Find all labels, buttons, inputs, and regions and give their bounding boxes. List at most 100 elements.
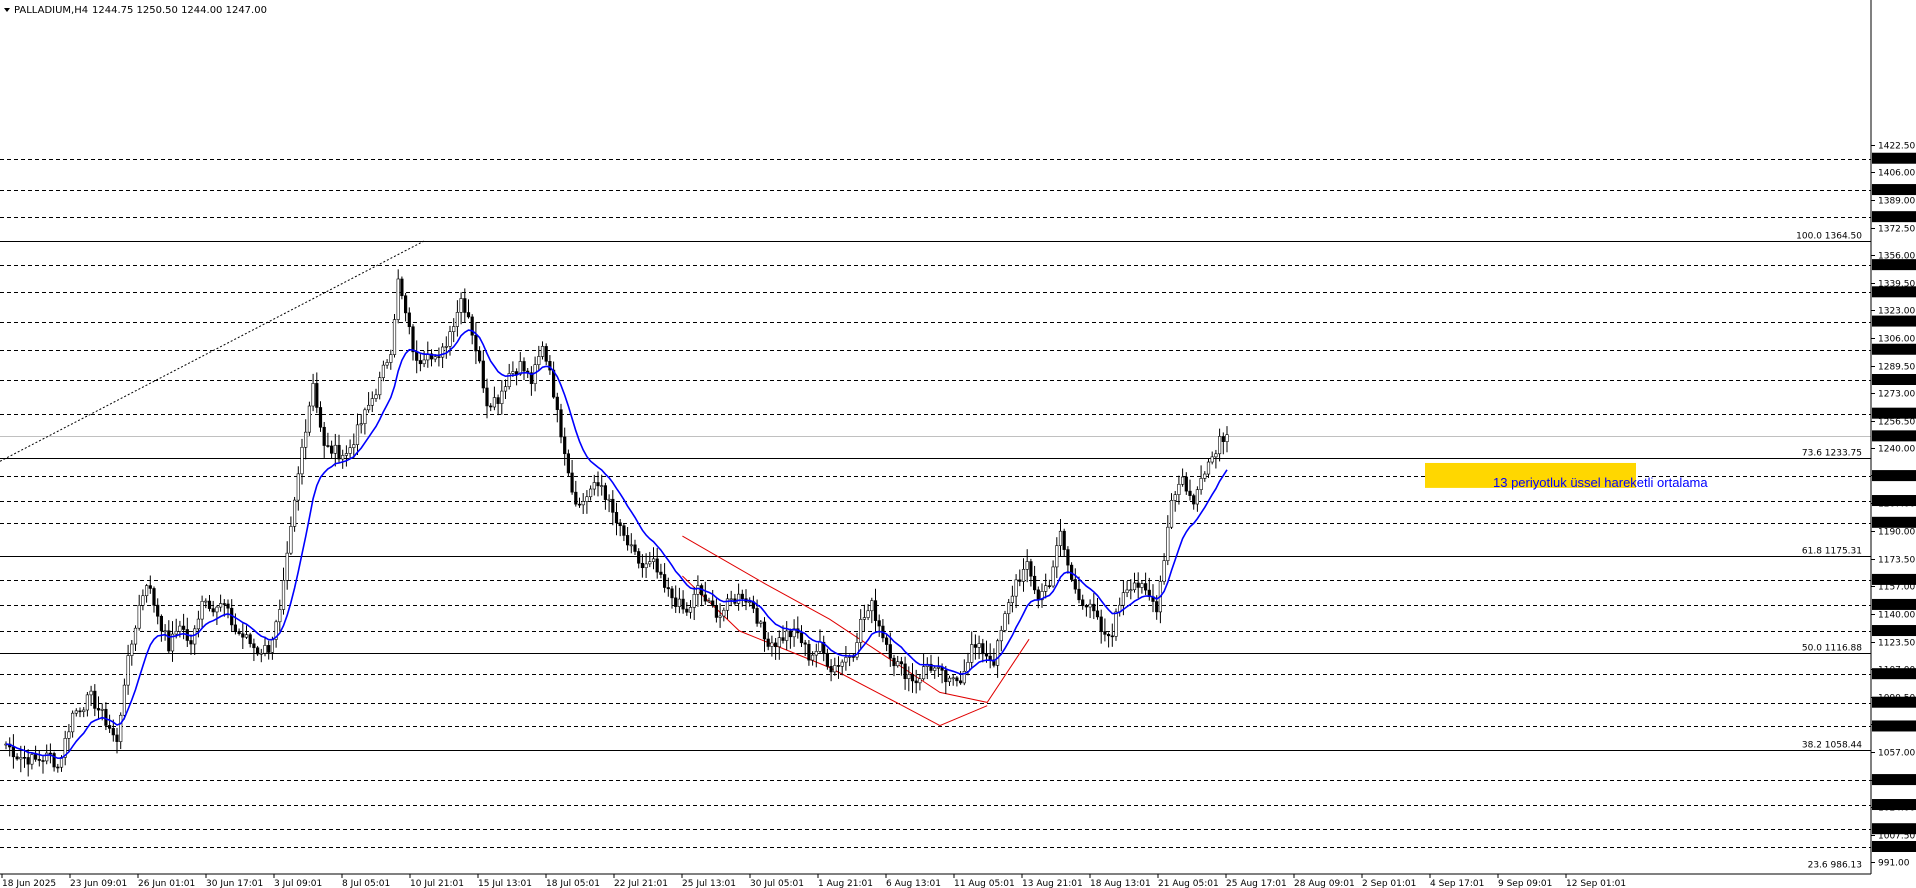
candle-body (96, 708, 101, 711)
candle-body (581, 501, 585, 506)
candle-body (489, 405, 493, 408)
candle-body (363, 409, 367, 424)
candle-body (810, 654, 815, 661)
candle-body (189, 640, 193, 645)
candle-body (1181, 476, 1185, 485)
candle-body (899, 661, 903, 665)
candle-body (82, 709, 86, 712)
candle-body (918, 678, 922, 684)
candle-body (374, 394, 378, 399)
candle-body (1166, 526, 1170, 561)
x-tick-label: 9 Sep 09:01 (1498, 879, 1552, 888)
y-tick-label: 991.00 (1878, 859, 1910, 869)
candle-body (11, 746, 16, 758)
candle-body (1203, 473, 1207, 479)
candle-body (836, 665, 841, 667)
candle-body (296, 473, 300, 501)
y-tick-label: 1123.50 (1878, 639, 1915, 649)
candle-body (781, 637, 785, 641)
candle-body (141, 595, 145, 606)
candle-body (104, 708, 108, 726)
x-tick-label: 22 Jul 21:01 (614, 879, 668, 888)
candle-body (1169, 500, 1174, 528)
candle-body (355, 424, 360, 445)
candle-body (659, 571, 663, 575)
candle-body (873, 600, 878, 621)
candle-body (707, 600, 711, 603)
candle-body (1140, 583, 1144, 588)
candle-body (862, 617, 866, 620)
candle-body (263, 645, 267, 654)
candle-body (1092, 603, 1096, 612)
x-tick-label: 4 Sep 17:01 (1430, 879, 1484, 888)
candle-body (681, 598, 685, 610)
candle-body (640, 562, 644, 569)
candle-body (119, 714, 123, 742)
candle-body (496, 397, 500, 404)
candle-body (1177, 483, 1181, 495)
candle-body (1010, 595, 1014, 603)
fib-label: 50.0 1116.88 (1802, 644, 1862, 654)
candle-body (15, 756, 19, 760)
candle-body (648, 561, 652, 565)
level-price-text: 1350.00 (1878, 261, 1915, 271)
candle-body (618, 522, 622, 527)
candle-body (755, 608, 759, 624)
current-price-text: 1247.00 (1878, 432, 1915, 442)
candle-body (204, 600, 208, 603)
candle-body (563, 436, 567, 455)
candle-body (455, 312, 460, 327)
candle-body (244, 634, 249, 638)
x-tick-label: 18 Jun 2025 (2, 879, 56, 888)
candle-body (637, 551, 641, 564)
candle-body (1173, 494, 1177, 501)
x-tick-label: 1 Aug 21:01 (818, 879, 873, 888)
candle-body (440, 346, 445, 358)
candle-body (211, 608, 215, 613)
x-tick-label: 18 Aug 13:01 (1090, 879, 1151, 888)
candle-body (896, 661, 900, 667)
candle-body (818, 641, 822, 652)
candle-body (907, 674, 911, 680)
candle-body (555, 396, 559, 410)
candle-body (248, 634, 252, 645)
candle-body (1025, 561, 1029, 570)
candle-body (1121, 592, 1125, 606)
candle-body (522, 361, 526, 372)
candle-body (773, 642, 778, 648)
candle-body (1225, 434, 1229, 442)
candle-body (1136, 582, 1140, 588)
candle-body (1214, 453, 1218, 458)
candle-body (666, 587, 670, 590)
candle-body (759, 621, 763, 624)
candle-body (1218, 436, 1222, 455)
candle-body (78, 710, 82, 713)
candle-body (785, 630, 789, 641)
candle-body (970, 644, 974, 663)
candle-body (466, 312, 471, 318)
candle-body (74, 710, 78, 714)
candle-body (241, 633, 245, 638)
candle-body (281, 580, 286, 610)
candle-body (1044, 585, 1048, 592)
y-tick-label: 1323.00 (1878, 307, 1915, 317)
x-tick-label: 8 Jul 05:01 (342, 879, 390, 888)
candle-body (674, 597, 678, 607)
candle-body (270, 639, 275, 653)
candle-body (444, 346, 448, 348)
x-tick-label: 21 Aug 05:01 (1158, 879, 1219, 888)
candle-body (1058, 530, 1063, 546)
x-tick-label: 30 Jun 17:01 (206, 879, 263, 888)
candle-body (748, 601, 752, 603)
candle-body (278, 609, 282, 623)
candle-body (1114, 611, 1118, 637)
candle-body (259, 652, 263, 655)
candle-body (696, 585, 700, 595)
fib-label: 23.6 986.13 (1808, 861, 1862, 871)
candle-body (973, 644, 977, 648)
level-price-text: 1040.25 (1878, 776, 1915, 786)
y-tick-label: 1289.50 (1878, 363, 1915, 373)
candle-body (995, 640, 1000, 666)
candle-body (378, 377, 382, 396)
candle-body (145, 585, 149, 597)
